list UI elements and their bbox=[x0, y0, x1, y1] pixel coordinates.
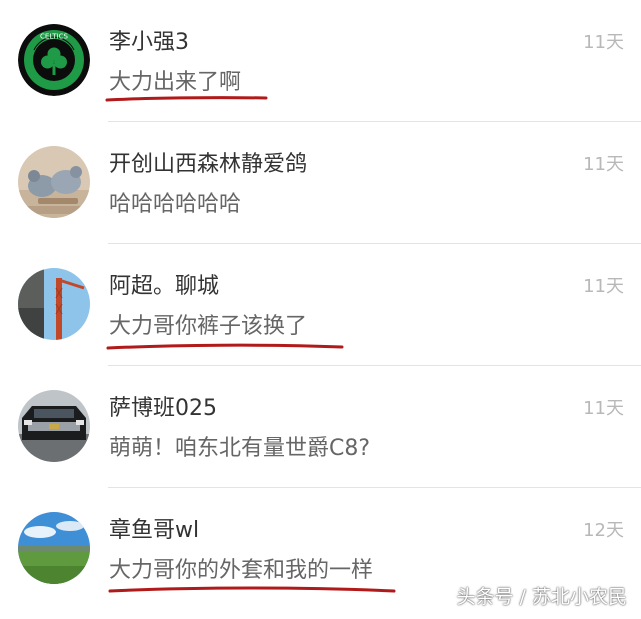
crane-photo-icon bbox=[18, 268, 90, 340]
conversation-item[interactable]: 阿超。聊城 11天 大力哥你裤子该换了 bbox=[0, 244, 641, 366]
timestamp: 12天 bbox=[583, 520, 624, 541]
conversation-item[interactable]: 萨博班025 11天 萌萌！咱东北有量世爵C8? bbox=[0, 366, 641, 488]
message-preview: 萌萌！咱东北有量世爵C8? bbox=[109, 436, 371, 461]
contact-name: 开创山西森林静爱鸽 bbox=[109, 152, 308, 177]
avatar[interactable]: CELTICS bbox=[18, 24, 90, 96]
timestamp: 11天 bbox=[583, 154, 624, 175]
red-underline-mark bbox=[106, 343, 344, 350]
watermark: 头条号 / 苏北小农民 bbox=[456, 586, 627, 608]
contact-name: 李小强3 bbox=[109, 30, 189, 55]
contact-name: 章鱼哥wl bbox=[109, 518, 200, 543]
contact-name: 阿超。聊城 bbox=[109, 274, 220, 299]
avatar[interactable] bbox=[18, 390, 90, 462]
landscape-photo-icon bbox=[18, 512, 90, 584]
contact-name: 萨博班025 bbox=[109, 396, 217, 421]
avatar[interactable] bbox=[18, 146, 90, 218]
message-preview: 大力出来了啊 bbox=[109, 70, 242, 95]
timestamp: 11天 bbox=[583, 276, 624, 297]
avatar[interactable] bbox=[18, 268, 90, 340]
conversation-item[interactable]: CELTICS 李小强3 11天 大力出来了啊 bbox=[0, 0, 641, 122]
timestamp: 11天 bbox=[583, 32, 624, 53]
avatar[interactable] bbox=[18, 512, 90, 584]
message-preview: 大力哥你的外套和我的一样 bbox=[109, 558, 374, 583]
conversation-item[interactable]: 开创山西森林静爱鸽 11天 哈哈哈哈哈哈 bbox=[0, 122, 641, 244]
red-underline-mark bbox=[108, 586, 396, 593]
pigeons-photo-icon bbox=[18, 146, 90, 218]
svg-text:CELTICS: CELTICS bbox=[40, 33, 68, 41]
conversation-list: CELTICS 李小强3 11天 大力出来了啊 开创山西森林静爱鸽 11天 哈哈… bbox=[0, 0, 641, 619]
timestamp: 11天 bbox=[583, 398, 624, 419]
message-preview: 大力哥你裤子该换了 bbox=[109, 314, 308, 339]
suv-photo-icon bbox=[18, 390, 90, 462]
celtics-logo-icon: CELTICS bbox=[18, 24, 90, 96]
message-preview: 哈哈哈哈哈哈 bbox=[109, 192, 242, 217]
